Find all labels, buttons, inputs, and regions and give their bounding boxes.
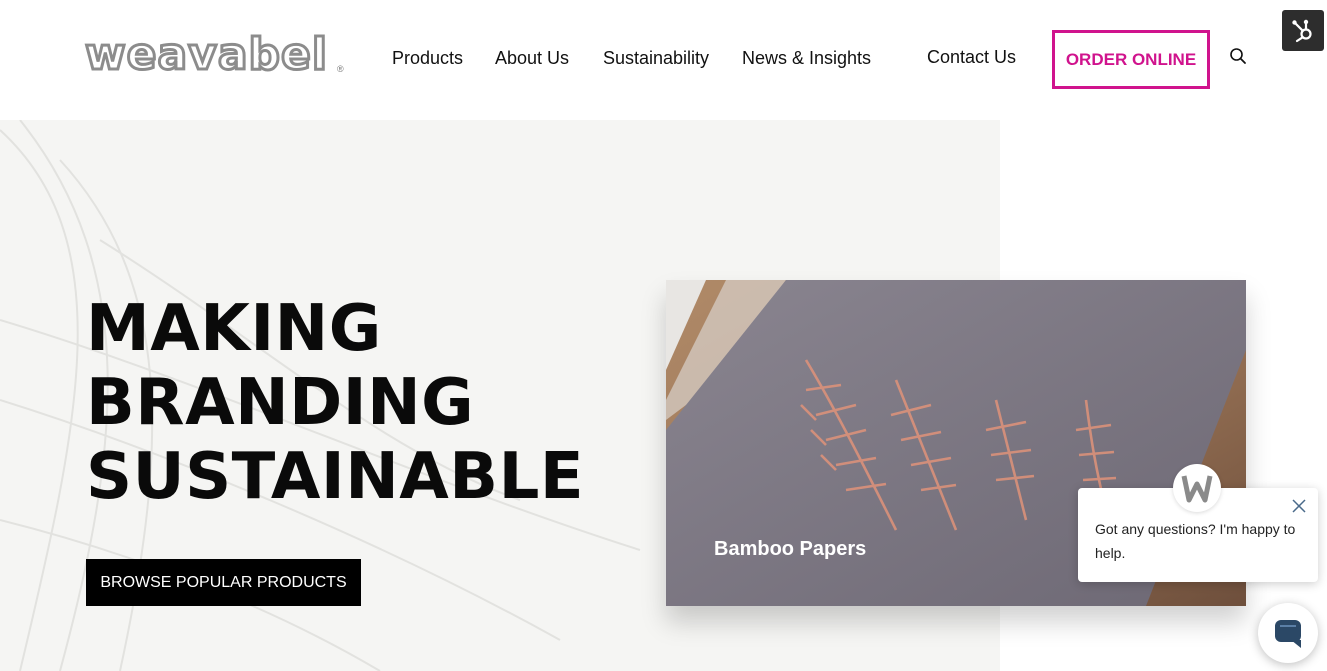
- nav-sustainability[interactable]: Sustainability: [603, 47, 709, 69]
- hero-title-line-2: BRANDING: [86, 366, 475, 440]
- logo-wordmark: weavabel: [84, 28, 329, 81]
- search-icon[interactable]: [1229, 47, 1247, 65]
- video-caption: Bamboo Papers: [714, 538, 867, 560]
- nav-contact-us[interactable]: Contact Us: [927, 46, 1016, 68]
- chat-launcher-button[interactable]: [1258, 603, 1318, 663]
- hero-title-line-1: MAKING: [86, 292, 382, 366]
- hero-title: MAKING BRANDING SUSTAINABLE: [86, 292, 584, 514]
- nav-news-insights[interactable]: News & Insights: [742, 47, 871, 69]
- site-header: weavabel ® Products About Us Sustainabil…: [0, 0, 1327, 120]
- nav-products[interactable]: Products: [392, 47, 463, 69]
- hubspot-icon[interactable]: [1282, 10, 1324, 51]
- chat-icon: [1275, 620, 1301, 648]
- order-online-button[interactable]: ORDER ONLINE: [1052, 30, 1210, 89]
- hero-title-line-3: SUSTAINABLE: [86, 440, 585, 514]
- weavabel-logo[interactable]: weavabel ®: [84, 28, 350, 81]
- weavabel-avatar-icon: [1173, 464, 1221, 512]
- registered-mark: ®: [337, 64, 344, 74]
- chat-message: Got any questions? I'm happy to help.: [1095, 521, 1296, 561]
- close-icon[interactable]: [1290, 497, 1308, 515]
- browse-popular-products-button[interactable]: BROWSE POPULAR PRODUCTS: [86, 559, 361, 606]
- nav-about-us[interactable]: About Us: [495, 47, 569, 69]
